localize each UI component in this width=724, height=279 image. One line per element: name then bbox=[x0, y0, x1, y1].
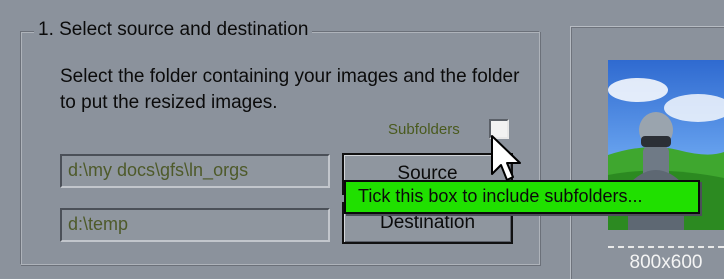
group-title: 1. Select source and destination bbox=[34, 18, 313, 42]
arrow-cursor-icon bbox=[491, 135, 521, 181]
destination-path-field[interactable]: d:\temp bbox=[60, 208, 330, 242]
source-path-field[interactable]: d:\my docs\gfs\ln_orgs bbox=[60, 154, 330, 188]
preview-size-label: 800x600 bbox=[608, 246, 724, 278]
app-window: 1. Select source and destination Select … bbox=[0, 0, 724, 279]
group-description: Select the folder containing your images… bbox=[60, 66, 520, 113]
subfolders-label: Subfolders bbox=[388, 121, 460, 138]
